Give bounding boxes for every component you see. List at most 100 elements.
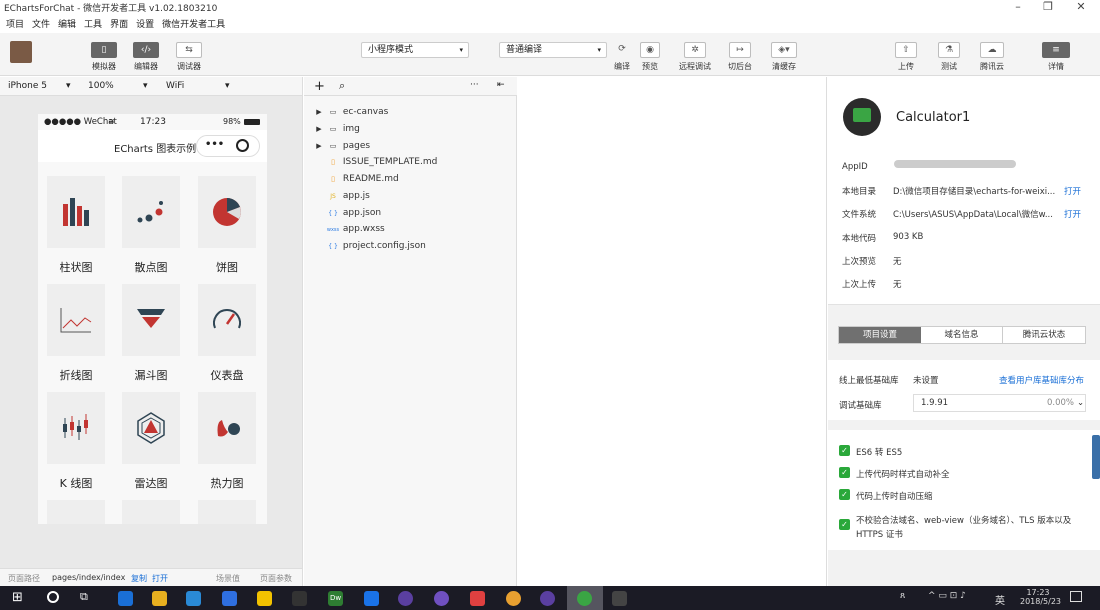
page-params[interactable]: 页面参数 — [260, 573, 292, 584]
open-local-dir-link[interactable]: 打开 — [1064, 185, 1081, 197]
tree-folder-pages[interactable]: ▶ ▭ pages — [312, 141, 370, 151]
remote-debug-button[interactable]: ✲ 远程调试 — [676, 42, 714, 72]
avatar[interactable] — [10, 41, 32, 63]
tray-icons[interactable]: ^ ▭ ⊡ ♪ — [928, 591, 966, 601]
tencent-cloud-button[interactable]: ☁ 腾讯云 — [976, 42, 1008, 72]
tab-project-settings[interactable]: 项目设置 — [839, 327, 921, 343]
clock[interactable]: 17:23 2018/5/23 — [1020, 588, 1061, 606]
chevron-down-icon[interactable]: ▾ — [225, 81, 230, 91]
network-select[interactable]: WiFi — [166, 81, 184, 91]
maximize-button[interactable]: ❐ — [1033, 0, 1063, 14]
page-path: pages/index/index — [52, 573, 126, 582]
terminal-icon[interactable] — [292, 591, 307, 606]
menu-settings[interactable]: 设置 — [136, 20, 154, 30]
mode-select[interactable]: 小程序模式 ▾ — [361, 42, 469, 58]
editor-area[interactable] — [518, 77, 827, 586]
edge-icon[interactable] — [118, 591, 133, 606]
checkbox-es6[interactable]: ✓ — [839, 445, 850, 456]
more-icon[interactable]: ••• — [205, 139, 224, 150]
clear-cache-button[interactable]: ◈▾ 清缓存 — [769, 42, 799, 72]
debugger-button[interactable]: ⇆ 调试器 — [174, 42, 204, 72]
collapse-icon[interactable]: ⇤ — [497, 80, 505, 90]
scene-value[interactable]: 场景值 — [216, 573, 240, 584]
line-chart-card[interactable] — [47, 284, 105, 356]
checkbox-autoprefix[interactable]: ✓ — [839, 467, 850, 478]
app-icon[interactable] — [398, 591, 413, 606]
chevron-down-icon[interactable]: ▾ — [66, 81, 71, 91]
tab-cloud-status[interactable]: 腾讯云状态 — [1003, 327, 1085, 343]
add-icon[interactable]: + — [314, 79, 325, 94]
notification-icon[interactable] — [1070, 591, 1082, 602]
menu-devtools[interactable]: 微信开发者工具 — [162, 20, 225, 30]
app-icon[interactable] — [222, 591, 237, 606]
preview-button[interactable]: ◉ 预览 — [638, 42, 662, 72]
wechat-devtools-task[interactable] — [567, 586, 603, 610]
details-tabs: 项目设置 域名信息 腾讯云状态 — [838, 326, 1086, 344]
zoom-select[interactable]: 100% — [88, 81, 114, 91]
checkbox-minify[interactable]: ✓ — [839, 489, 850, 500]
menu-view[interactable]: 界面 — [110, 20, 128, 30]
menu-project[interactable]: 项目 — [6, 20, 24, 30]
bar-chart-card[interactable] — [47, 176, 105, 248]
search-icon[interactable] — [47, 591, 59, 603]
open-link[interactable]: 打开 — [152, 573, 168, 584]
background-button[interactable]: ↦ 切后台 — [726, 42, 754, 72]
people-icon[interactable]: ጸ — [900, 591, 905, 601]
app-icon[interactable] — [434, 591, 449, 606]
side-handle[interactable] — [1092, 435, 1100, 479]
photos-icon[interactable] — [470, 591, 485, 606]
app-icon[interactable] — [257, 591, 272, 606]
details-button[interactable]: ≡ 详情 — [1042, 42, 1070, 72]
more-icon[interactable]: ··· — [470, 80, 479, 90]
pie-chart-card[interactable] — [198, 176, 256, 248]
app-icon[interactable] — [364, 591, 379, 606]
copy-link[interactable]: 复制 — [131, 573, 147, 584]
test-button[interactable]: ⚗ 测试 — [936, 42, 962, 72]
simulator-button[interactable]: ▯ 模拟器 — [89, 42, 119, 72]
chart-card-partial[interactable] — [198, 500, 256, 524]
app-icon[interactable] — [540, 591, 555, 606]
open-fs-link[interactable]: 打开 — [1064, 208, 1081, 220]
chevron-down-icon[interactable]: ▾ — [143, 81, 148, 91]
tree-file[interactable]: JS app.js — [326, 191, 370, 201]
menu-edit[interactable]: 编辑 — [58, 20, 76, 30]
tree-folder-ec-canvas[interactable]: ▶ ▭ ec-canvas — [312, 107, 388, 117]
menu-tools[interactable]: 工具 — [84, 20, 102, 30]
task-view-icon[interactable]: ⧉ — [80, 590, 88, 604]
tree-file[interactable]: ▯ README.md — [326, 174, 399, 184]
candlestick-chart-card[interactable] — [47, 392, 105, 464]
search-icon[interactable]: ⌕ — [339, 79, 345, 93]
gauge-chart-card[interactable] — [198, 284, 256, 356]
dreamweaver-icon[interactable]: Dw — [328, 591, 343, 606]
radar-chart-card[interactable] — [122, 392, 180, 464]
chart-card-partial[interactable] — [47, 500, 105, 524]
close-button[interactable]: ✕ — [1066, 0, 1096, 14]
device-select[interactable]: iPhone 5 — [8, 81, 47, 91]
scatter-chart-card[interactable] — [122, 176, 180, 248]
app-icon[interactable] — [612, 591, 627, 606]
tab-domain-info[interactable]: 域名信息 — [921, 327, 1003, 343]
tree-folder-img[interactable]: ▶ ▭ img — [312, 124, 360, 134]
input-language[interactable]: 英 — [995, 592, 1005, 607]
heatmap-chart-card[interactable] — [198, 392, 256, 464]
tree-file[interactable]: { } project.config.json — [326, 241, 426, 251]
chrome-icon[interactable] — [506, 591, 521, 606]
outlook-icon[interactable] — [186, 591, 201, 606]
tree-file[interactable]: { } app.json — [326, 208, 381, 218]
menu-file[interactable]: 文件 — [32, 20, 50, 30]
lib-distribution-link[interactable]: 查看用户库基础库分布 — [999, 374, 1084, 386]
upload-button[interactable]: ⇧ 上传 — [894, 42, 918, 72]
close-mini-icon[interactable] — [236, 139, 249, 152]
tree-file[interactable]: ▯ ISSUE_TEMPLATE.md — [326, 157, 437, 167]
minimize-button[interactable]: – — [1003, 0, 1033, 14]
debug-lib-select[interactable]: 1.9.91 0.00% ⌄ — [913, 394, 1086, 412]
editor-button[interactable]: ‹/› 编辑器 — [131, 42, 161, 72]
explorer-icon[interactable] — [152, 591, 167, 606]
start-icon[interactable]: ⊞ — [12, 590, 23, 605]
tree-file[interactable]: wxss app.wxss — [326, 224, 385, 234]
chart-card-partial[interactable] — [122, 500, 180, 524]
checkbox-skip-domain-check[interactable]: ✓ — [839, 519, 850, 530]
compile-button[interactable]: ⟳ 编译 — [610, 42, 634, 72]
funnel-chart-card[interactable] — [122, 284, 180, 356]
compile-mode-select[interactable]: 普通编译 ▾ — [499, 42, 607, 58]
